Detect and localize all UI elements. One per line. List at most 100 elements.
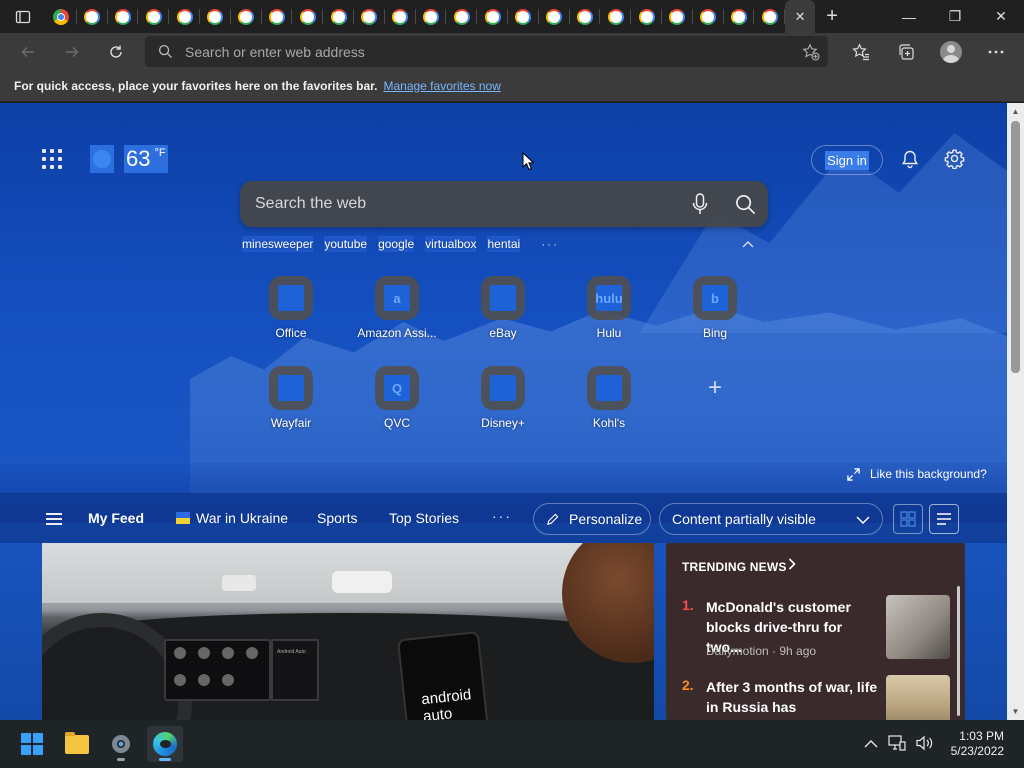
file-explorer-button[interactable] xyxy=(59,726,95,762)
address-input[interactable]: Search or enter web address xyxy=(185,44,794,60)
tab-my-feed[interactable]: My Feed xyxy=(88,510,144,526)
more-feeds-button[interactable]: ··· xyxy=(492,508,512,524)
close-window-button[interactable]: ✕ xyxy=(978,0,1024,33)
search-submit-button[interactable] xyxy=(722,194,768,215)
tab[interactable] xyxy=(600,0,631,33)
forward-button[interactable] xyxy=(50,33,94,70)
trending-header[interactable]: TRENDING NEWS xyxy=(682,560,787,574)
address-bar[interactable]: Search or enter web address xyxy=(145,36,828,67)
volume-icon[interactable] xyxy=(916,735,934,754)
tab[interactable] xyxy=(292,0,323,33)
tab[interactable] xyxy=(323,0,354,33)
quick-link-favicon: a xyxy=(375,276,419,320)
tab[interactable] xyxy=(77,0,108,33)
web-search-box[interactable]: Search the web xyxy=(240,181,768,227)
minimize-button[interactable]: — xyxy=(886,0,932,33)
page-scrollbar[interactable]: ▲ ▼ xyxy=(1007,103,1024,720)
quick-link-tile[interactable]: Q QVC xyxy=(364,366,430,436)
tab-war-in-ukraine[interactable]: War in Ukraine xyxy=(176,510,288,526)
tab-strip: ✕ + — ❐ ✕ xyxy=(0,0,1024,33)
tab[interactable] xyxy=(200,0,231,33)
collapse-quick-links-button[interactable] xyxy=(742,237,754,251)
tab[interactable] xyxy=(231,0,262,33)
manage-favorites-link[interactable]: Manage favorites now xyxy=(383,79,500,93)
weather-widget[interactable]: 63 °F xyxy=(90,145,168,173)
menu-icon[interactable] xyxy=(46,513,62,525)
app-launcher-icon[interactable] xyxy=(42,149,62,169)
add-favorite-button[interactable] xyxy=(794,42,828,61)
tab[interactable] xyxy=(662,0,693,33)
tab[interactable] xyxy=(46,0,77,33)
sign-in-button[interactable]: Sign in xyxy=(811,145,883,175)
quick-link-tile[interactable]: Kohl's xyxy=(576,366,642,436)
recent-search-chip[interactable]: google xyxy=(378,236,415,252)
notifications-button[interactable] xyxy=(900,149,920,174)
tab[interactable] xyxy=(693,0,724,33)
tab[interactable] xyxy=(262,0,293,33)
tab[interactable] xyxy=(416,0,447,33)
back-button[interactable] xyxy=(6,33,50,70)
recent-search-chip[interactable]: virtualbox xyxy=(425,236,477,252)
show-hidden-icons-button[interactable] xyxy=(864,737,878,752)
trending-scrollbar[interactable] xyxy=(957,586,960,716)
list-view-button[interactable] xyxy=(929,504,959,534)
quick-link-tile[interactable]: Disney+ xyxy=(470,366,536,436)
page-settings-button[interactable] xyxy=(944,148,965,174)
web-search-input[interactable]: Search the web xyxy=(255,195,678,213)
tab[interactable] xyxy=(385,0,416,33)
quick-link-tile[interactable]: hulu Hulu xyxy=(576,276,642,346)
tab-sports[interactable]: Sports xyxy=(317,510,357,526)
settings-app-button[interactable] xyxy=(103,726,139,762)
tab[interactable] xyxy=(508,0,539,33)
favorites-button[interactable] xyxy=(838,33,883,70)
chevron-right-icon[interactable] xyxy=(788,558,796,573)
more-searches-button[interactable]: ··· xyxy=(541,237,559,251)
content-visibility-dropdown[interactable]: Content partially visible xyxy=(659,503,883,535)
quick-link-tile[interactable]: eBay xyxy=(470,276,536,346)
tab[interactable] xyxy=(570,0,601,33)
clock[interactable]: 1:03 PM 5/23/2022 xyxy=(951,729,1004,759)
close-tab-icon[interactable]: ✕ xyxy=(795,9,806,25)
grid-view-button[interactable] xyxy=(893,504,923,534)
add-quick-link-button[interactable]: + xyxy=(682,366,748,436)
recent-search-chip[interactable]: hentai xyxy=(487,236,521,252)
pencil-icon xyxy=(547,513,559,525)
personalize-button[interactable]: Personalize xyxy=(533,503,651,535)
network-icon[interactable] xyxy=(888,734,906,754)
edge-app-button[interactable] xyxy=(147,726,183,762)
quick-link-tile[interactable]: a Amazon Assi... xyxy=(357,276,437,346)
like-background-button[interactable]: Like this background? xyxy=(847,467,987,481)
tab[interactable] xyxy=(446,0,477,33)
quick-link-tile[interactable]: b Bing xyxy=(682,276,748,346)
quick-link-tile[interactable]: Wayfair xyxy=(258,366,324,436)
google-icon xyxy=(730,8,747,25)
scrollbar-thumb[interactable] xyxy=(1011,121,1020,373)
tab[interactable] xyxy=(354,0,385,33)
scroll-down-arrow-icon[interactable]: ▼ xyxy=(1007,703,1024,720)
hero-news-card[interactable]: Android Auto android auto xyxy=(42,543,654,720)
tab[interactable] xyxy=(539,0,570,33)
tab[interactable] xyxy=(138,0,169,33)
new-tab-button[interactable]: + xyxy=(815,0,849,33)
recent-search-chip[interactable]: youtube xyxy=(324,236,368,252)
tab-list: ✕ xyxy=(46,0,816,33)
settings-more-button[interactable] xyxy=(973,33,1018,70)
voice-search-button[interactable] xyxy=(678,193,722,215)
tab-actions-button[interactable] xyxy=(0,0,46,33)
scroll-up-arrow-icon[interactable]: ▲ xyxy=(1007,103,1024,120)
tab[interactable] xyxy=(108,0,139,33)
tab[interactable] xyxy=(477,0,508,33)
tab[interactable] xyxy=(631,0,662,33)
quick-link-tile[interactable]: Office xyxy=(258,276,324,346)
tab-top-stories[interactable]: Top Stories xyxy=(389,510,459,526)
refresh-button[interactable] xyxy=(94,33,138,70)
start-button[interactable] xyxy=(14,726,50,762)
tab[interactable] xyxy=(724,0,755,33)
tab[interactable] xyxy=(169,0,200,33)
collections-button[interactable] xyxy=(883,33,928,70)
tab-active[interactable]: ✕ xyxy=(785,0,816,33)
profile-button[interactable] xyxy=(928,33,973,70)
recent-search-chip[interactable]: minesweeper xyxy=(242,236,314,252)
tab[interactable] xyxy=(754,0,785,33)
restore-button[interactable]: ❐ xyxy=(932,0,978,33)
